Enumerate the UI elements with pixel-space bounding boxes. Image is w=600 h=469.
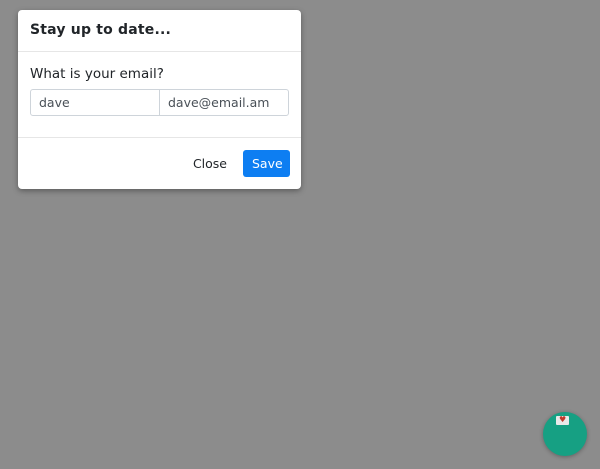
input-group <box>30 89 289 116</box>
email-prompt: What is your email? <box>30 66 164 82</box>
save-button[interactable]: Save <box>243 150 290 177</box>
dialog-body: What is your email? <box>18 52 301 138</box>
card-icon: ♥ <box>556 415 569 425</box>
dialog-title: Stay up to date... <box>30 22 172 38</box>
floating-action-button[interactable]: ♥ <box>543 412 587 456</box>
name-input[interactable] <box>30 89 160 116</box>
close-button[interactable]: Close <box>184 150 236 177</box>
heart-icon: ♥ <box>559 415 567 424</box>
email-input[interactable] <box>159 89 289 116</box>
dialog-footer: Close Save <box>18 138 301 189</box>
subscribe-dialog: Stay up to date... What is your email? C… <box>18 10 301 189</box>
dialog-header: Stay up to date... <box>18 10 301 52</box>
